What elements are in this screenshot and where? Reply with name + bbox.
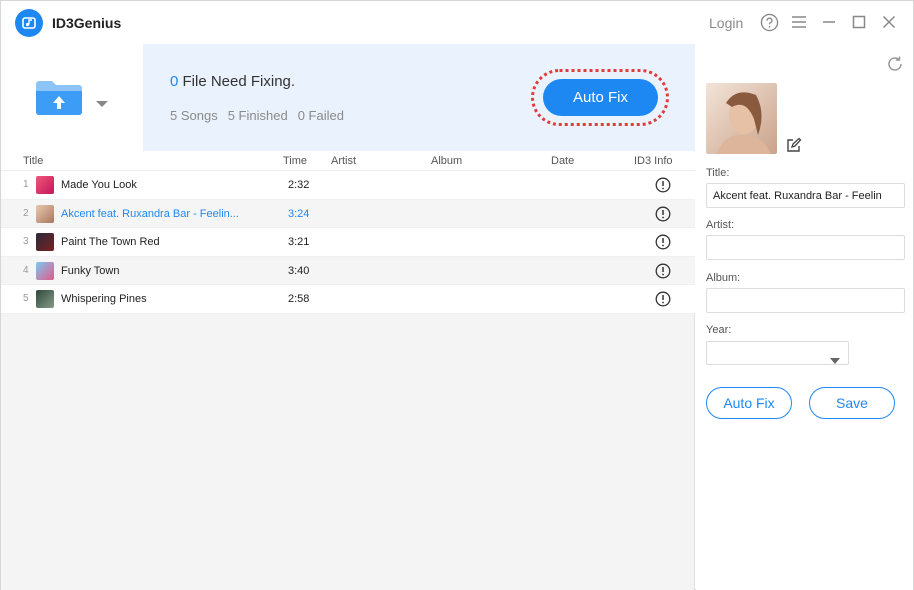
login-link[interactable]: Login [709, 15, 743, 31]
song-table: Title Time Artist Album Date ID3 Info 1 … [1, 151, 695, 314]
row-number: 4 [23, 264, 29, 276]
menu-icon[interactable] [789, 12, 809, 32]
table-header: Title Time Artist Album Date ID3 Info [1, 151, 695, 171]
song-time: 3:40 [288, 264, 310, 277]
fix-status-banner: 0 File Need Fixing. 5 Songs 5 Finished 0… [143, 44, 695, 151]
title-label: Title: [706, 167, 730, 179]
column-album[interactable]: Album [431, 155, 462, 167]
artist-input[interactable] [706, 235, 905, 260]
close-icon[interactable] [879, 12, 899, 32]
add-files-area [1, 44, 143, 151]
song-title: Akcent feat. Ruxandra Bar - Feelin... [61, 207, 239, 220]
need-fix-label: File Need Fixing. [178, 73, 296, 90]
column-time[interactable]: Time [283, 155, 307, 167]
status-summary: 5 Songs 5 Finished 0 Failed [170, 108, 344, 123]
need-fix-text: 0 File Need Fixing. [170, 73, 295, 90]
auto-fix-button[interactable]: Auto Fix [543, 79, 658, 116]
help-icon[interactable] [759, 12, 779, 32]
column-id3-info[interactable]: ID3 Info [634, 155, 673, 167]
song-thumbnail [36, 233, 54, 252]
table-row[interactable]: 5 Whispering Pines 2:58 [1, 285, 695, 314]
save-button[interactable]: Save [809, 387, 895, 419]
failed-count: 0 Failed [297, 108, 344, 123]
table-row[interactable]: 2 Akcent feat. Ruxandra Bar - Feelin... … [1, 199, 695, 229]
song-title: Paint The Town Red [61, 236, 160, 249]
edit-cover-icon[interactable] [786, 137, 802, 153]
minimize-icon[interactable] [819, 12, 839, 32]
info-alert-icon[interactable] [655, 234, 671, 250]
year-select[interactable] [706, 341, 849, 365]
song-thumbnail [36, 204, 54, 223]
song-time: 3:24 [288, 207, 310, 220]
song-time: 2:32 [288, 179, 310, 191]
album-cover [706, 83, 777, 154]
row-number: 3 [23, 236, 29, 248]
song-title: Whispering Pines [61, 293, 147, 306]
info-alert-icon[interactable] [655, 291, 671, 307]
year-label: Year: [706, 324, 732, 336]
info-alert-icon[interactable] [655, 206, 671, 222]
album-label: Album: [706, 272, 741, 284]
song-title: Made You Look [61, 179, 137, 191]
app-title: ID3Genius [52, 15, 122, 31]
table-row[interactable]: 1 Made You Look 2:32 [1, 171, 695, 200]
tag-editor-panel: Title: Artist: Album: Year: Auto Fix Sav… [696, 44, 913, 590]
column-artist[interactable]: Artist [331, 155, 356, 167]
app-logo-icon [15, 9, 43, 37]
folder-upload-icon[interactable] [34, 78, 84, 118]
row-number: 1 [23, 179, 29, 190]
row-number: 5 [23, 293, 29, 305]
info-alert-icon[interactable] [655, 177, 671, 193]
table-row[interactable]: 4 Funky Town 3:40 [1, 256, 695, 286]
refresh-icon[interactable] [886, 55, 904, 73]
song-time: 3:21 [288, 236, 310, 249]
song-thumbnail [36, 261, 54, 280]
chevron-down-icon[interactable] [94, 96, 110, 107]
row-number: 2 [23, 207, 29, 219]
table-row[interactable]: 3 Paint The Town Red 3:21 [1, 228, 695, 257]
maximize-icon[interactable] [849, 12, 869, 32]
column-date[interactable]: Date [551, 155, 574, 167]
info-alert-icon[interactable] [655, 263, 671, 279]
album-input[interactable] [706, 288, 905, 313]
chevron-down-icon [830, 351, 840, 364]
artist-label: Artist: [706, 219, 735, 231]
song-title: Funky Town [61, 264, 120, 277]
panel-auto-fix-button[interactable]: Auto Fix [706, 387, 792, 419]
song-time: 2:58 [288, 293, 310, 306]
column-title[interactable]: Title [23, 155, 43, 167]
title-input[interactable] [706, 183, 905, 208]
song-thumbnail [36, 176, 54, 194]
songs-count: 5 Songs [170, 108, 218, 123]
finished-count: 5 Finished [227, 108, 288, 123]
song-thumbnail [36, 290, 54, 309]
title-bar: ID3Genius Login [1, 1, 913, 44]
main-area: 0 File Need Fixing. 5 Songs 5 Finished 0… [1, 44, 695, 590]
app-window: ID3Genius Login 0 File Need Fixing. 5 So… [0, 0, 914, 590]
